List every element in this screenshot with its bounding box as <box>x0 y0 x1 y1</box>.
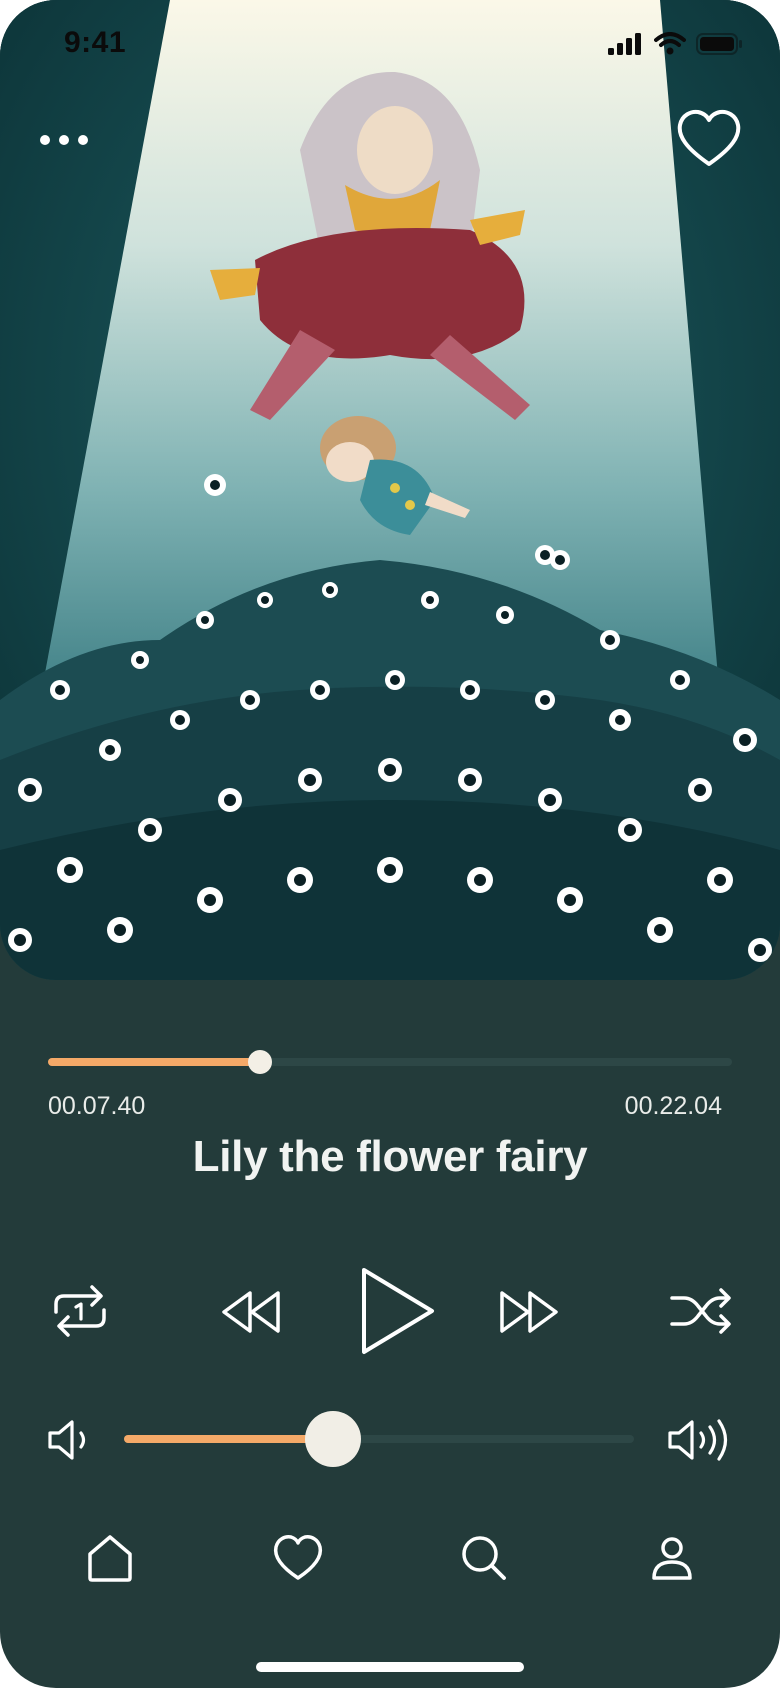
volume-fill <box>124 1435 334 1443</box>
more-dot <box>78 135 88 145</box>
home-indicator[interactable] <box>256 1662 524 1672</box>
wifi-icon <box>654 32 686 55</box>
track-title: Lily the flower fairy <box>192 1132 588 1181</box>
rewind-button[interactable] <box>220 1290 282 1334</box>
signal-icon <box>608 33 641 55</box>
tab-favorites[interactable] <box>270 1530 326 1586</box>
user-icon <box>652 1537 692 1580</box>
favorite-button[interactable] <box>674 106 744 172</box>
repeat-button[interactable] <box>50 1282 110 1340</box>
volume-low-icon <box>48 1420 86 1460</box>
play-button[interactable] <box>360 1266 436 1356</box>
volume-slider[interactable] <box>124 1411 634 1467</box>
battery-icon <box>696 33 742 55</box>
volume-up-button[interactable] <box>666 1416 736 1464</box>
heart-icon <box>273 1535 323 1580</box>
tab-profile[interactable] <box>644 1530 700 1586</box>
shuffle-button[interactable] <box>670 1286 732 1336</box>
player-screen: 9:41 00.07.40 00.22.04 Lily the flower f… <box>0 0 780 1688</box>
status-icons <box>608 32 744 56</box>
volume-high-icon <box>668 1419 728 1461</box>
home-icon <box>88 1535 132 1582</box>
progress-fill <box>48 1058 261 1066</box>
progress-slider[interactable] <box>48 1050 732 1074</box>
elapsed-time: 00.07.40 <box>48 1092 146 1120</box>
more-options-button[interactable] <box>40 122 110 158</box>
heart-outline-icon <box>677 109 741 166</box>
tab-home[interactable] <box>82 1530 138 1586</box>
album-artwork: 9:41 <box>0 0 780 980</box>
rewind-icon <box>222 1291 280 1333</box>
fast-forward-icon <box>500 1291 558 1333</box>
status-time: 9:41 <box>64 26 127 59</box>
fast-forward-button[interactable] <box>498 1290 560 1334</box>
volume-knob[interactable] <box>305 1411 362 1467</box>
more-dot <box>59 135 69 145</box>
tab-search[interactable] <box>456 1530 512 1586</box>
repeat-one-icon <box>54 1285 106 1337</box>
progress-knob[interactable] <box>248 1050 273 1074</box>
search-icon <box>462 1536 506 1580</box>
shuffle-icon <box>670 1288 731 1334</box>
artwork-illustration <box>0 0 780 980</box>
play-icon <box>362 1268 434 1354</box>
total-duration: 00.22.04 <box>624 1092 722 1120</box>
more-dots-icon <box>40 135 50 145</box>
volume-down-button[interactable] <box>46 1418 94 1462</box>
